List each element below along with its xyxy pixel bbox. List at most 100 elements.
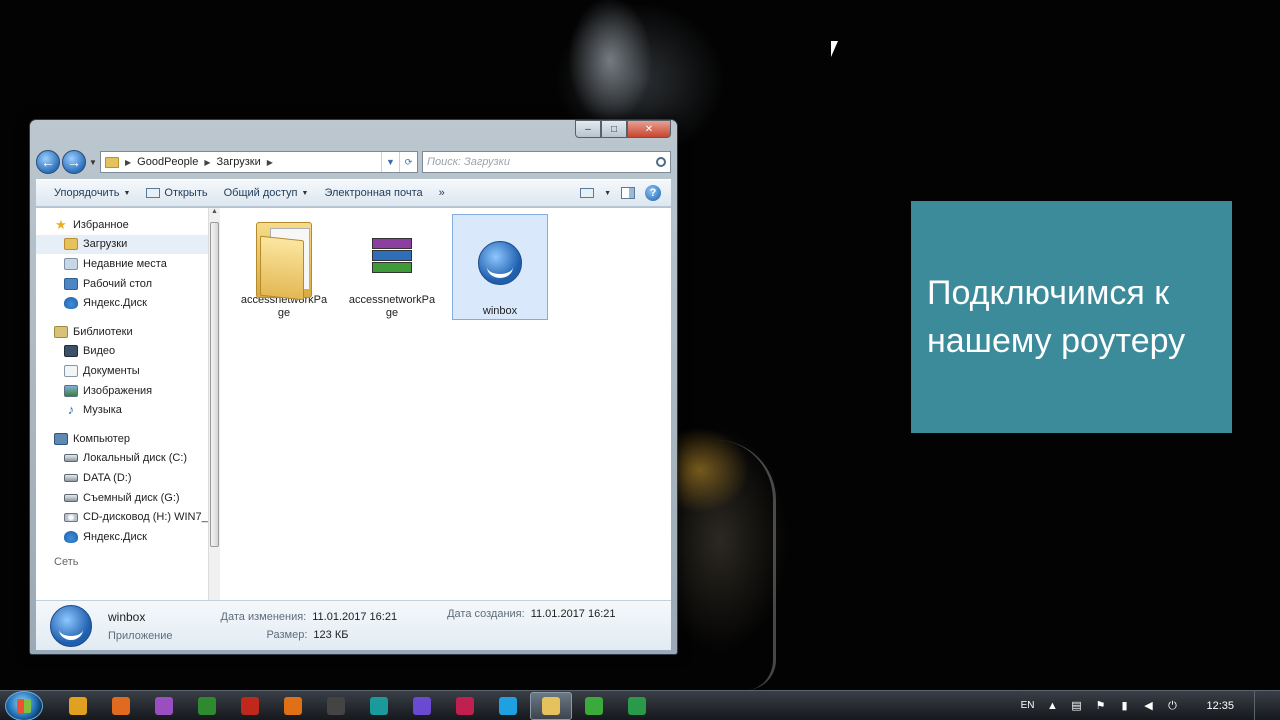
nav-item-downloads[interactable]: Загрузки	[36, 234, 208, 255]
open-button[interactable]: Открыть	[138, 187, 215, 199]
more-label: »	[438, 187, 445, 199]
minimize-button[interactable]: ‒	[575, 120, 601, 138]
open-icon	[146, 188, 161, 198]
hard-drive-icon	[64, 473, 78, 482]
app3-icon	[155, 696, 173, 715]
taskbar-arduino-button[interactable]	[358, 692, 400, 720]
taskbar-dreamweaver-button[interactable]	[186, 692, 228, 720]
more-commands-button[interactable]: »	[431, 187, 453, 199]
show-hidden-icons-icon[interactable]: ▲	[1046, 700, 1058, 712]
taskbar-firefox-button[interactable]	[100, 692, 142, 720]
nav-label: CD-дисковод (H:) WIN7_	[83, 511, 208, 524]
nav-favorites[interactable]: ★ Избранное	[36, 215, 208, 235]
nav-computer[interactable]: Компьютер	[36, 429, 208, 449]
nav-label: Съемный диск (G:)	[83, 491, 180, 504]
chevron-right-icon[interactable]: ▶	[125, 158, 131, 167]
slide-text: Подключимся к нашему роутеру	[927, 269, 1185, 365]
change-view-icon[interactable]	[580, 188, 595, 198]
nav-item-video[interactable]: Видео	[36, 342, 208, 362]
arduino-icon	[370, 696, 388, 715]
nav-libraries[interactable]: Библиотеки	[36, 322, 208, 342]
email-button[interactable]: Электронная почта	[316, 187, 430, 199]
file-name: winbox	[482, 305, 518, 317]
nav-item-yandex-disk-2[interactable]: Яндекс.Диск	[36, 527, 208, 547]
power-icon[interactable]: ⏻	[1166, 700, 1178, 712]
network-icon[interactable]: ▮	[1118, 700, 1130, 712]
music-icon: ♪	[67, 402, 75, 418]
navpane-scrollbar[interactable]: ▲	[208, 208, 220, 600]
size-label: Размер:	[266, 628, 308, 641]
flag-icon[interactable]: ⚑	[1094, 700, 1106, 712]
show-desktop-button[interactable]	[1254, 690, 1266, 720]
help-icon[interactable]: ?	[645, 185, 661, 201]
search-input[interactable]: Поиск: Загрузки	[422, 151, 671, 173]
open-label: Открыть	[164, 187, 208, 199]
taskbar-app9-button[interactable]	[401, 692, 443, 720]
chevron-right-icon[interactable]: ▶	[204, 158, 210, 167]
details-file-type: Приложение	[108, 629, 173, 642]
nav-item-desktop[interactable]: Рабочий стол	[36, 274, 208, 294]
start-button[interactable]	[5, 690, 43, 720]
system-tray: EN ▲ ▤ ⚑ ▮ ◀ ⏻ 12:35	[1021, 690, 1280, 720]
nav-item-drive-h[interactable]: CD-дисковод (H:) WIN7_	[36, 507, 208, 527]
nav-item-pictures[interactable]: Изображения	[36, 381, 208, 401]
taskbar-skype-button[interactable]	[487, 692, 529, 720]
printer-icon[interactable]: ▤	[1070, 700, 1082, 712]
chevron-right-icon[interactable]: ▶	[267, 158, 273, 167]
address-bar[interactable]: ▶ GoodPeople ▶ Загрузки ▶ ▼ ⟳	[100, 151, 418, 173]
hard-drive-icon	[64, 454, 78, 463]
nav-item-recent-places[interactable]: Недавние места	[36, 254, 208, 274]
refresh-button[interactable]: ⟳	[399, 152, 417, 172]
language-indicator[interactable]: EN	[1021, 700, 1035, 711]
taskbar-app13-button[interactable]	[573, 692, 615, 720]
taskbar-explorer-button[interactable]	[530, 691, 572, 720]
maximize-button[interactable]: □	[601, 120, 627, 138]
organize-button[interactable]: Упорядочить ▼	[46, 187, 138, 199]
taskbar-app7-button[interactable]	[315, 692, 357, 720]
nav-network[interactable]: Сеть	[36, 556, 208, 570]
details-file-name: winbox	[108, 609, 146, 624]
cd-drive-icon	[64, 512, 78, 522]
taskbar-app6-button[interactable]	[272, 692, 314, 720]
yandex-disk-icon	[64, 297, 78, 310]
taskbar-app3-button[interactable]	[143, 692, 185, 720]
navigation-pane: ★ Избранное Загрузки Недавние места Рабо…	[36, 208, 208, 600]
nav-label: Загрузки	[83, 238, 128, 251]
nav-item-documents[interactable]: Документы	[36, 361, 208, 381]
lightbulb-graphic	[676, 440, 776, 690]
downloads-folder-icon	[64, 238, 78, 251]
nav-item-drive-d[interactable]: DATA (D:)	[36, 468, 208, 488]
navigation-bar: ← → ▼ ▶ GoodPeople ▶ Загрузки ▶ ▼ ⟳ Поис…	[36, 150, 671, 174]
file-item-winbox[interactable]: winbox	[452, 214, 548, 320]
nav-item-music[interactable]: ♪ Музыка	[36, 400, 208, 420]
nav-item-drive-g[interactable]: Съемный диск (G:)	[36, 488, 208, 508]
nav-item-drive-c[interactable]: Локальный диск (C:)	[36, 449, 208, 469]
taskbar-app14-button[interactable]	[616, 692, 658, 720]
chevron-down-icon[interactable]: ▼	[604, 190, 611, 197]
close-button[interactable]: ✕	[627, 120, 671, 138]
share-button[interactable]: Общий доступ ▼	[216, 187, 317, 199]
taskbar-app10-button[interactable]	[444, 692, 486, 720]
search-icon[interactable]	[656, 157, 666, 167]
breadcrumb-downloads[interactable]: Загрузки	[216, 156, 260, 168]
address-dropdown-button[interactable]: ▼	[381, 152, 399, 172]
preview-pane-icon[interactable]	[621, 187, 635, 199]
recent-places-icon	[64, 257, 78, 270]
file-item-archive[interactable]: accessnetworkPage	[344, 214, 440, 320]
chevron-down-icon: ▼	[301, 189, 309, 197]
windows-logo-icon	[17, 698, 31, 713]
video-icon	[64, 345, 78, 358]
nav-item-yandex-disk[interactable]: Яндекс.Диск	[36, 293, 208, 313]
scroll-thumb[interactable]	[210, 222, 219, 547]
clock[interactable]: 12:35	[1206, 700, 1234, 712]
taskbar-filezilla-button[interactable]	[229, 692, 271, 720]
taskbar-apps	[57, 691, 658, 720]
breadcrumb-goodpeople[interactable]: GoodPeople	[137, 156, 198, 168]
file-item-folder[interactable]: accessnetworkPage	[236, 214, 332, 320]
taskbar-chrome-button[interactable]	[57, 692, 99, 720]
volume-icon[interactable]: ◀	[1142, 700, 1154, 712]
scroll-up-icon[interactable]: ▲	[209, 208, 220, 220]
recent-pages-dropdown[interactable]: ▼	[88, 158, 98, 167]
back-button[interactable]: ←	[36, 150, 60, 174]
forward-button[interactable]: →	[62, 150, 86, 174]
